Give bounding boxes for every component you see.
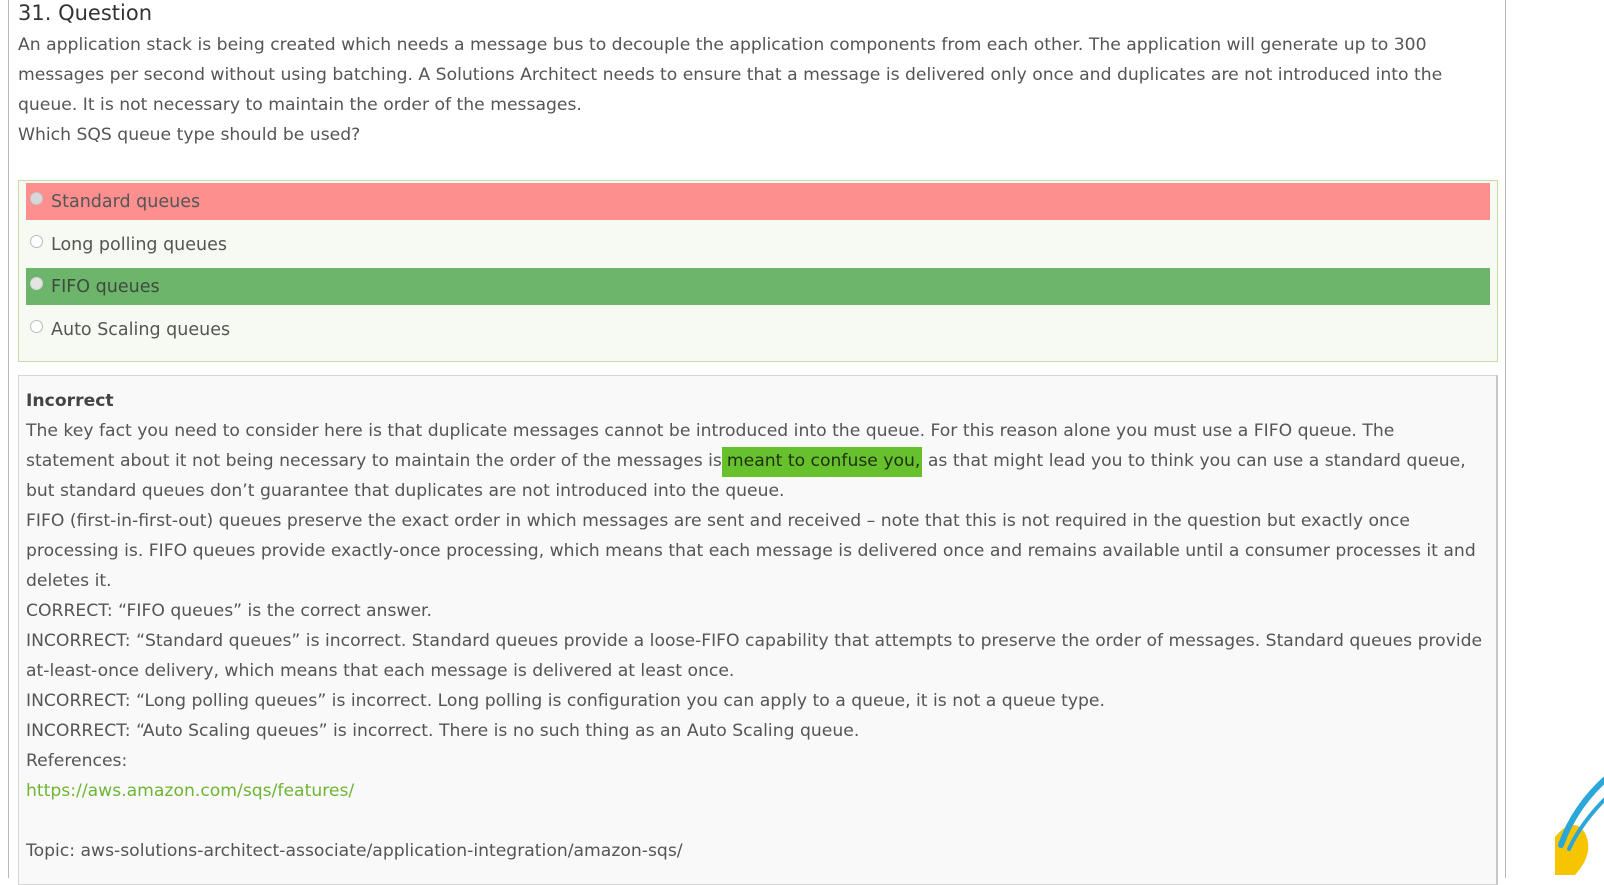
answer-label: Long polling queues: [51, 234, 228, 255]
radio-icon[interactable]: [30, 276, 43, 290]
incorrect-note-standard: INCORRECT: “Standard queues” is incorrec…: [26, 631, 1483, 681]
question-paragraph: An application stack is being created wh…: [18, 35, 1443, 115]
answer-label: Standard queues: [51, 191, 201, 212]
radio-icon[interactable]: [30, 191, 43, 205]
answer-option-auto-scaling-queues[interactable]: Auto Scaling queues: [26, 311, 1490, 348]
explanation-panel: Incorrect The key fact you need to consi…: [18, 375, 1498, 885]
correct-note: CORRECT: “FIFO queues” is the correct an…: [26, 601, 432, 621]
answer-option-standard-queues[interactable]: Standard queues: [26, 183, 1490, 220]
answer-option-fifo-queues[interactable]: FIFO queues: [26, 268, 1490, 305]
answer-label: Auto Scaling queues: [51, 319, 231, 340]
result-verdict: Incorrect: [26, 391, 114, 411]
incorrect-note-auto-scaling: INCORRECT: “Auto Scaling queues” is inco…: [26, 721, 860, 741]
reference-link[interactable]: https://aws.amazon.com/sqs/features/: [26, 781, 354, 801]
question-title: 31. Question: [18, 1, 152, 25]
question-prompt: Which SQS queue type should be used?: [18, 125, 361, 145]
highlighted-text: meant to confuse you,: [721, 447, 923, 477]
decorative-sticker-icon: [1555, 776, 1604, 875]
explanation-paragraph: The key fact you need to consider here i…: [26, 416, 1488, 506]
topic-text: Topic: aws-solutions-architect-associate…: [26, 841, 683, 861]
fifo-explanation: FIFO (first-in-first-out) queues preserv…: [26, 511, 1476, 591]
answer-label: FIFO queues: [51, 276, 160, 297]
incorrect-note-long-polling: INCORRECT: “Long polling queues” is inco…: [26, 691, 1105, 711]
question-text: An application stack is being created wh…: [18, 30, 1498, 150]
radio-icon[interactable]: [30, 319, 43, 333]
answer-list: Standard queues Long polling queues FIFO…: [18, 180, 1498, 362]
radio-icon[interactable]: [30, 234, 43, 248]
references-label: References:: [26, 751, 128, 771]
answer-option-long-polling-queues[interactable]: Long polling queues: [26, 226, 1490, 263]
